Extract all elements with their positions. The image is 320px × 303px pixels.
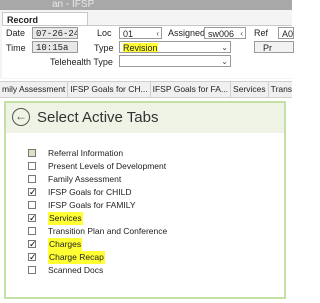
record-information-tab[interactable]: Record Information xyxy=(2,12,88,39)
loc-label: Loc xyxy=(97,28,112,38)
chevron-down-icon[interactable]: ⌄ xyxy=(221,42,228,52)
checkbox[interactable] xyxy=(28,149,36,157)
tab-family-assessment[interactable]: mily Assessment xyxy=(0,82,69,97)
checkbox[interactable] xyxy=(28,162,36,170)
tab-ifsp-goals-child[interactable]: IFSP Goals for CH... xyxy=(68,82,151,97)
checkbox[interactable] xyxy=(28,175,36,183)
tab-services[interactable]: Services xyxy=(231,82,269,97)
checklist-item-label: Charge Recap xyxy=(48,251,105,264)
pr-button[interactable]: Pr xyxy=(254,41,294,53)
checklist-item-label: Services xyxy=(48,212,83,225)
tab-ifsp-goals-family[interactable]: IFSP Goals for FA... xyxy=(151,82,232,97)
chevron-left-icon[interactable]: ‹ xyxy=(240,28,243,38)
window-title-bar: an - IFSP xyxy=(0,0,292,10)
select-active-tabs-title: Select Active Tabs xyxy=(37,109,159,126)
back-arrow-icon[interactable]: ← xyxy=(12,108,30,126)
assigned-field[interactable]: sw006 ‹ xyxy=(204,27,246,39)
type-label: Type xyxy=(94,43,114,53)
time-label: Time xyxy=(6,43,26,53)
type-value: Revision xyxy=(123,43,158,53)
checkbox[interactable] xyxy=(28,266,36,274)
record-information-panel: Record Information Date 07-26-24 Time 10… xyxy=(0,10,294,79)
time-field[interactable]: 10:15a xyxy=(32,41,78,53)
ref-field[interactable]: A0 xyxy=(278,27,294,39)
telehealth-type-label: Telehealth Type xyxy=(50,57,113,67)
loc-value: 01 xyxy=(123,29,134,39)
loc-field[interactable]: 01 ‹ xyxy=(119,27,162,39)
section-tabs: mily Assessment IFSP Goals for CH... IFSP … xyxy=(0,81,292,98)
tab-transition[interactable]: Trans xyxy=(269,82,292,97)
checklist-item-label: Transition Plan and Conference xyxy=(48,226,168,236)
checklist-item-label: IFSP Goals for CHILD xyxy=(48,187,132,197)
assigned-value: sw006 xyxy=(208,29,235,39)
telehealth-type-select[interactable]: ⌄ xyxy=(119,55,231,67)
chevron-down-icon[interactable]: ⌄ xyxy=(221,56,228,66)
assigned-label: Assigned xyxy=(168,28,206,38)
checklist-item-label: IFSP Goals for FAMILY xyxy=(48,200,136,210)
checkbox-checked[interactable]: ✓ xyxy=(28,253,37,262)
checkbox-checked[interactable]: ✓ xyxy=(28,240,37,249)
checkbox-checked[interactable]: ✓ xyxy=(28,188,37,197)
checkbox-checked[interactable]: ✓ xyxy=(28,214,37,223)
checklist-item-label: Family Assessment xyxy=(48,174,122,184)
checklist-item-label: Referral Information xyxy=(48,148,124,158)
checklist-item-label: Charges xyxy=(48,238,83,251)
checkbox[interactable] xyxy=(28,227,36,235)
type-select[interactable]: Revision ⌄ xyxy=(119,41,231,53)
date-label: Date xyxy=(6,28,26,38)
checklist-item-label: Present Levels of Development xyxy=(48,161,167,171)
checkbox[interactable] xyxy=(28,201,36,209)
select-active-tabs-panel: ← Select Active Tabs Referral Informatio… xyxy=(4,101,286,299)
select-active-tabs-header: ← Select Active Tabs xyxy=(6,103,284,133)
date-field[interactable]: 07-26-24 xyxy=(32,27,78,39)
window-title: an - IFSP xyxy=(52,0,95,10)
record-information-body: Date 07-26-24 Time 10:15a Loc 01 ‹ Assig… xyxy=(2,25,294,78)
chevron-left-icon[interactable]: ‹ xyxy=(156,28,159,38)
ref-label: Ref xyxy=(254,28,269,38)
checklist-item-label: Scanned Docs xyxy=(48,265,104,275)
